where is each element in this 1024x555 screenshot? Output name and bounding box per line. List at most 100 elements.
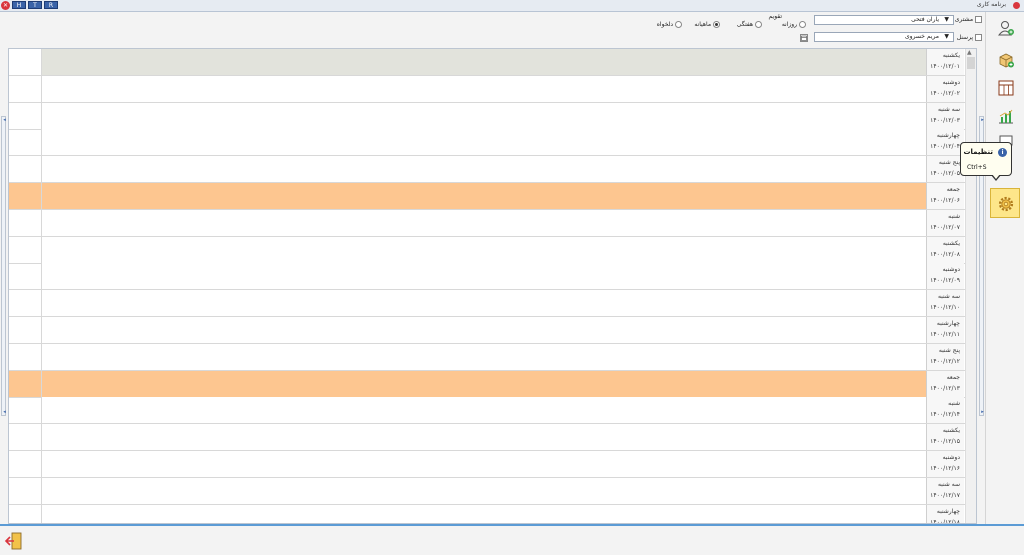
- view-custom-radio[interactable]: [675, 21, 682, 28]
- calendar-label: تقویم: [768, 13, 782, 20]
- row-event-cell[interactable]: [42, 424, 926, 451]
- staff-dropdown[interactable]: مریم خسروی ▼: [814, 32, 954, 42]
- row-left-cell[interactable]: [9, 370, 42, 397]
- row-left-cell[interactable]: [9, 263, 42, 290]
- schedule-row[interactable]: پنج شنبه ۱۴۰۰/۱۲/۱۲: [9, 343, 976, 371]
- row-date-cell: پنج شنبه ۱۴۰۰/۱۲/۰۵: [926, 156, 964, 183]
- schedule-row[interactable]: سه شنبه ۱۴۰۰/۱۲/۱۰: [9, 290, 976, 318]
- row-left-cell[interactable]: [9, 236, 42, 263]
- row-event-cell[interactable]: [42, 477, 926, 504]
- table-icon: [998, 80, 1014, 96]
- vertical-scrollbar[interactable]: ▲: [965, 49, 976, 523]
- schedule-row[interactable]: سه شنبه ۱۴۰۰/۱۲/۰۳: [9, 102, 976, 130]
- view-monthly[interactable]: ماهیانه: [694, 21, 720, 28]
- schedule-row[interactable]: دوشنبه ۱۴۰۰/۱۲/۱۶: [9, 451, 976, 478]
- row-left-cell[interactable]: [9, 504, 42, 523]
- row-left-cell[interactable]: [9, 451, 42, 477]
- row-event-cell[interactable]: [42, 75, 926, 102]
- row-left-cell[interactable]: [9, 209, 42, 236]
- schedule-row[interactable]: چهارشنبه ۱۴۰۰/۱۲/۱۸: [9, 504, 976, 523]
- schedule-row[interactable]: چهارشنبه ۱۴۰۰/۱۲/۱۱: [9, 317, 976, 344]
- view-custom[interactable]: دلخواه: [657, 21, 682, 28]
- add-package-button[interactable]: [994, 48, 1016, 70]
- view-daily-radio[interactable]: [799, 21, 806, 28]
- chart-button[interactable]: [994, 104, 1016, 126]
- staff-filter[interactable]: پرسنل: [957, 34, 982, 41]
- exit-button[interactable]: [4, 531, 24, 551]
- row-event-cell[interactable]: [42, 451, 926, 477]
- row-date-cell: جمعه ۱۴۰۰/۱۲/۰۶: [926, 183, 964, 209]
- schedule-row[interactable]: جمعه ۱۴۰۰/۱۲/۰۶: [9, 183, 976, 210]
- row-left-cell[interactable]: [9, 183, 42, 209]
- tab-h[interactable]: H: [12, 1, 26, 9]
- schedule-row[interactable]: یکشنبه ۱۴۰۰/۱۲/۱۵: [9, 424, 976, 452]
- schedule-row[interactable]: سه شنبه ۱۴۰۰/۱۲/۱۷: [9, 477, 976, 505]
- row-event-cell[interactable]: [42, 317, 926, 343]
- row-event-cell[interactable]: [42, 263, 926, 290]
- customer-filter[interactable]: مشتری: [955, 16, 982, 23]
- schedule-grid: یکشنبه ۱۴۰۰/۱۲/۰۱ دوشنبه ۱۴۰۰/۱۲/۰۲ سه شنبه ۱…: [8, 48, 977, 524]
- settings-button[interactable]: [990, 188, 1020, 218]
- row-event-cell[interactable]: [42, 49, 926, 75]
- row-date-cell: یکشنبه ۱۴۰۰/۱۲/۰۱: [926, 49, 964, 75]
- row-left-cell[interactable]: [9, 290, 42, 317]
- row-left-cell[interactable]: [9, 75, 42, 102]
- row-left-cell[interactable]: [9, 424, 42, 451]
- schedule-row[interactable]: پنج شنبه ۱۴۰۰/۱۲/۰۵: [9, 156, 976, 184]
- row-event-cell[interactable]: [42, 370, 926, 397]
- left-splitter[interactable]: ◂ ◂: [1, 116, 6, 416]
- row-event-cell[interactable]: [42, 236, 926, 263]
- row-event-cell[interactable]: [42, 504, 926, 523]
- table-button[interactable]: [994, 76, 1016, 98]
- collapse-left-icon[interactable]: ◂: [2, 117, 7, 123]
- tab-t[interactable]: T: [28, 1, 42, 9]
- scroll-up-icon[interactable]: ▲: [967, 49, 972, 56]
- row-date: ۱۴۰۰/۱۲/۱۶: [930, 465, 960, 472]
- row-left-cell[interactable]: [9, 477, 42, 504]
- collapse-left-icon-bottom[interactable]: ◂: [2, 409, 7, 415]
- view-daily[interactable]: روزانه: [782, 21, 806, 28]
- view-weekly-radio[interactable]: [755, 21, 762, 28]
- row-event-cell[interactable]: [42, 129, 926, 156]
- row-event-cell[interactable]: [42, 397, 926, 424]
- row-day-name: دوشنبه: [942, 454, 960, 461]
- row-left-cell[interactable]: [9, 156, 42, 183]
- row-left-cell[interactable]: [9, 343, 42, 370]
- customer-dropdown[interactable]: یاران فتحی ▼: [814, 15, 954, 25]
- row-left-cell[interactable]: [9, 129, 42, 156]
- exit-icon: [4, 532, 22, 550]
- schedule-row[interactable]: یکشنبه ۱۴۰۰/۱۲/۰۸: [9, 236, 976, 264]
- scroll-thumb[interactable]: [967, 57, 975, 69]
- row-event-cell[interactable]: [42, 156, 926, 183]
- row-event-cell[interactable]: [42, 209, 926, 236]
- schedule-row[interactable]: شنبه ۱۴۰۰/۱۲/۰۷: [9, 209, 976, 237]
- row-left-cell[interactable]: [9, 397, 42, 424]
- row-event-cell[interactable]: [42, 183, 926, 209]
- schedule-row[interactable]: شنبه ۱۴۰۰/۱۲/۱۴: [9, 397, 976, 425]
- schedule-row[interactable]: چهارشنبه ۱۴۰۰/۱۲/۰۴: [9, 129, 976, 157]
- add-user-button[interactable]: [994, 16, 1016, 38]
- calendar-icon[interactable]: [800, 34, 808, 42]
- row-left-cell[interactable]: [9, 102, 42, 129]
- row-day-name: جمعه: [946, 373, 960, 381]
- view-weekly[interactable]: هفتگی: [737, 21, 762, 28]
- chevron-down-icon[interactable]: ▼: [944, 16, 949, 24]
- customer-checkbox[interactable]: [975, 16, 982, 23]
- tooltip-shortcut: Ctrl+S: [967, 164, 987, 171]
- row-event-cell[interactable]: [42, 290, 926, 317]
- row-date-cell: سه شنبه ۱۴۰۰/۱۲/۱۰: [926, 290, 964, 317]
- row-left-cell[interactable]: [9, 317, 42, 343]
- close-button[interactable]: ✕: [1, 1, 10, 10]
- view-monthly-radio[interactable]: [713, 21, 720, 28]
- row-event-cell[interactable]: [42, 343, 926, 370]
- schedule-row[interactable]: دوشنبه ۱۴۰۰/۱۲/۰۹: [9, 263, 976, 291]
- tab-r[interactable]: R: [44, 1, 58, 9]
- schedule-row[interactable]: دوشنبه ۱۴۰۰/۱۲/۰۲: [9, 75, 976, 103]
- row-date-cell: چهارشنبه ۱۴۰۰/۱۲/۰۴: [926, 129, 964, 156]
- row-event-cell[interactable]: [42, 102, 926, 129]
- schedule-row[interactable]: جمعه ۱۴۰۰/۱۲/۱۳: [9, 370, 976, 398]
- schedule-row[interactable]: یکشنبه ۱۴۰۰/۱۲/۰۱: [9, 49, 976, 76]
- staff-checkbox[interactable]: [975, 34, 982, 41]
- chevron-down-icon[interactable]: ▼: [944, 33, 949, 41]
- row-left-cell[interactable]: [9, 49, 42, 75]
